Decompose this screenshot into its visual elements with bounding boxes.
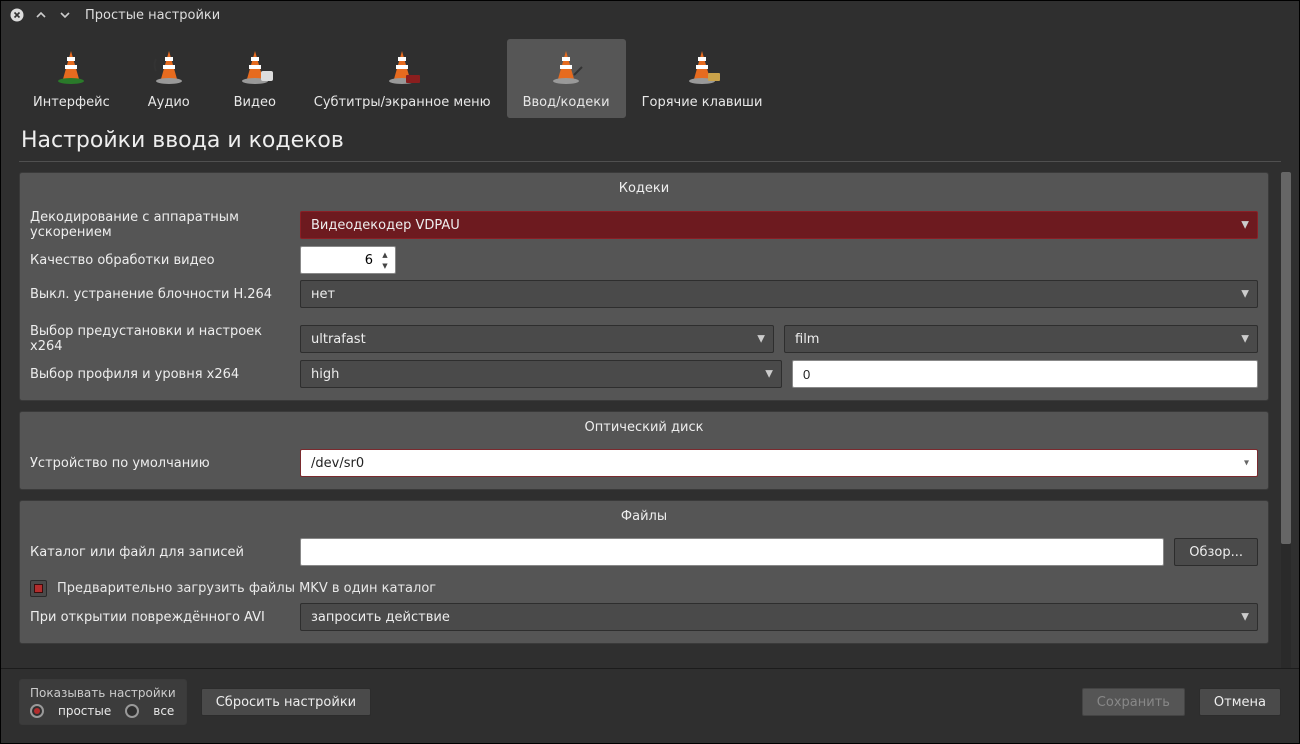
- preload-mkv-label: Предварительно загрузить файлы MKV в оди…: [57, 581, 436, 596]
- post-quality-label: Качество обработки видео: [30, 253, 290, 268]
- x264-profile-select[interactable]: high ▼: [300, 360, 782, 388]
- window-title: Простые настройки: [85, 8, 220, 23]
- x264-profile-value: high: [311, 367, 339, 382]
- damaged-avi-value: запросить действие: [311, 610, 450, 625]
- cone-subtitles-icon: [380, 45, 424, 89]
- tab-hotkeys[interactable]: Горячие клавиши: [626, 39, 779, 118]
- chevron-down-icon: ▼: [1241, 334, 1249, 345]
- cone-video-icon: [233, 45, 277, 89]
- record-dir-label: Каталог или файл для записей: [30, 545, 290, 560]
- skip-loop-select[interactable]: нет ▼: [300, 280, 1258, 308]
- reset-button-label: Сбросить настройки: [216, 695, 356, 710]
- tab-subtitles[interactable]: Субтитры/экранное меню: [298, 39, 507, 118]
- tab-interface[interactable]: Интерфейс: [17, 39, 126, 118]
- vertical-scrollbar[interactable]: [1281, 172, 1291, 668]
- x264-tune-value: film: [795, 332, 819, 347]
- group-files: Файлы Каталог или файл для записей Обзор…: [19, 500, 1269, 644]
- divider: [19, 161, 1281, 162]
- x264-level-input[interactable]: [792, 360, 1258, 388]
- group-optical-title: Оптический диск: [30, 412, 1258, 443]
- tab-video[interactable]: Видео: [212, 39, 298, 118]
- group-codecs-title: Кодеки: [30, 173, 1258, 204]
- cone-hotkeys-icon: [680, 45, 724, 89]
- record-dir-input[interactable]: [300, 538, 1164, 566]
- spin-down-icon[interactable]: ▼: [377, 260, 393, 271]
- group-files-title: Файлы: [30, 501, 1258, 532]
- tab-audio-label: Аудио: [148, 95, 190, 110]
- chevron-down-icon: ▼: [1241, 220, 1249, 231]
- group-codecs: Кодеки Декодирование с аппаратным ускоре…: [19, 172, 1269, 401]
- skip-loop-label: Выкл. устранение блочности H.264: [30, 287, 290, 302]
- cancel-button-label: Отмена: [1214, 695, 1266, 710]
- show-settings-group: Показывать настройки простые все: [19, 679, 187, 725]
- x264-tune-select[interactable]: film ▼: [784, 325, 1258, 353]
- spin-controls: ▲ ▼: [377, 249, 393, 271]
- chevron-down-icon: ▼: [1241, 289, 1249, 300]
- scrollbar-thumb[interactable]: [1281, 172, 1291, 544]
- hw-decode-label: Декодирование с аппаратным ускорением: [30, 210, 290, 240]
- hw-decode-select[interactable]: Видеодекодер VDPAU ▼: [300, 211, 1258, 239]
- chevron-down-icon: ▾: [1244, 458, 1249, 469]
- skip-loop-value: нет: [311, 287, 335, 302]
- category-tabs: Интерфейс Аудио Видео Субтитры/экранное …: [1, 29, 1299, 118]
- content-area: Кодеки Декодирование с аппаратным ускоре…: [1, 172, 1299, 668]
- chevron-down-icon: ▼: [765, 369, 773, 380]
- preload-mkv-checkbox[interactable]: [30, 580, 47, 597]
- save-button[interactable]: Сохранить: [1082, 688, 1185, 716]
- optical-device-combo[interactable]: /dev/sr0 ▾: [300, 449, 1258, 477]
- x264-preset-label: Выбор предустановки и настроек x264: [30, 324, 290, 354]
- close-icon[interactable]: [9, 7, 25, 23]
- browse-button[interactable]: Обзор...: [1174, 538, 1258, 566]
- hw-decode-value: Видеодекодер VDPAU: [311, 218, 460, 233]
- tab-input-codecs[interactable]: Ввод/кодеки: [507, 39, 626, 118]
- radio-all-label: все: [153, 704, 174, 718]
- arrow-down-icon[interactable]: [57, 7, 73, 23]
- damaged-avi-label: При открытии повреждённого AVI: [30, 610, 290, 625]
- tab-hotkeys-label: Горячие клавиши: [642, 95, 763, 110]
- tab-input-codecs-label: Ввод/кодеки: [523, 95, 610, 110]
- cancel-button[interactable]: Отмена: [1199, 688, 1281, 716]
- preferences-window: Простые настройки Интерфейс Аудио Видео …: [0, 0, 1300, 744]
- chevron-down-icon: ▼: [1241, 612, 1249, 623]
- post-quality-value: 6: [365, 253, 373, 268]
- spin-up-icon[interactable]: ▲: [377, 249, 393, 260]
- x264-preset-select[interactable]: ultrafast ▼: [300, 325, 774, 353]
- cone-input-icon: [544, 45, 588, 89]
- titlebar: Простые настройки: [1, 1, 1299, 29]
- footer: Показывать настройки простые все Сбросит…: [1, 668, 1299, 743]
- save-button-label: Сохранить: [1097, 695, 1170, 710]
- browse-button-label: Обзор...: [1189, 545, 1243, 560]
- chevron-down-icon: ▼: [757, 334, 765, 345]
- optical-device-label: Устройство по умолчанию: [30, 456, 290, 471]
- record-dir-value[interactable]: [311, 545, 1153, 560]
- scroll-content: Кодеки Декодирование с аппаратным ускоре…: [19, 172, 1279, 668]
- x264-level-value[interactable]: [803, 367, 1247, 382]
- cone-audio-icon: [147, 45, 191, 89]
- radio-simple[interactable]: [30, 704, 44, 718]
- show-settings-label: Показывать настройки: [30, 686, 176, 700]
- page-title: Настройки ввода и кодеков: [1, 118, 1299, 161]
- radio-simple-label: простые: [58, 704, 111, 718]
- x264-profile-label: Выбор профиля и уровня x264: [30, 367, 290, 382]
- radio-all[interactable]: [125, 704, 139, 718]
- damaged-avi-select[interactable]: запросить действие ▼: [300, 603, 1258, 631]
- tab-interface-label: Интерфейс: [33, 95, 110, 110]
- arrow-up-icon[interactable]: [33, 7, 49, 23]
- reset-button[interactable]: Сбросить настройки: [201, 688, 371, 716]
- cone-interface-icon: [49, 45, 93, 89]
- group-optical: Оптический диск Устройство по умолчанию …: [19, 411, 1269, 490]
- tab-subtitles-label: Субтитры/экранное меню: [314, 95, 491, 110]
- tab-video-label: Видео: [234, 95, 276, 110]
- optical-device-value: /dev/sr0: [311, 456, 364, 471]
- post-quality-spinbox[interactable]: 6 ▲ ▼: [300, 246, 396, 274]
- x264-preset-value: ultrafast: [311, 332, 366, 347]
- tab-audio[interactable]: Аудио: [126, 39, 212, 118]
